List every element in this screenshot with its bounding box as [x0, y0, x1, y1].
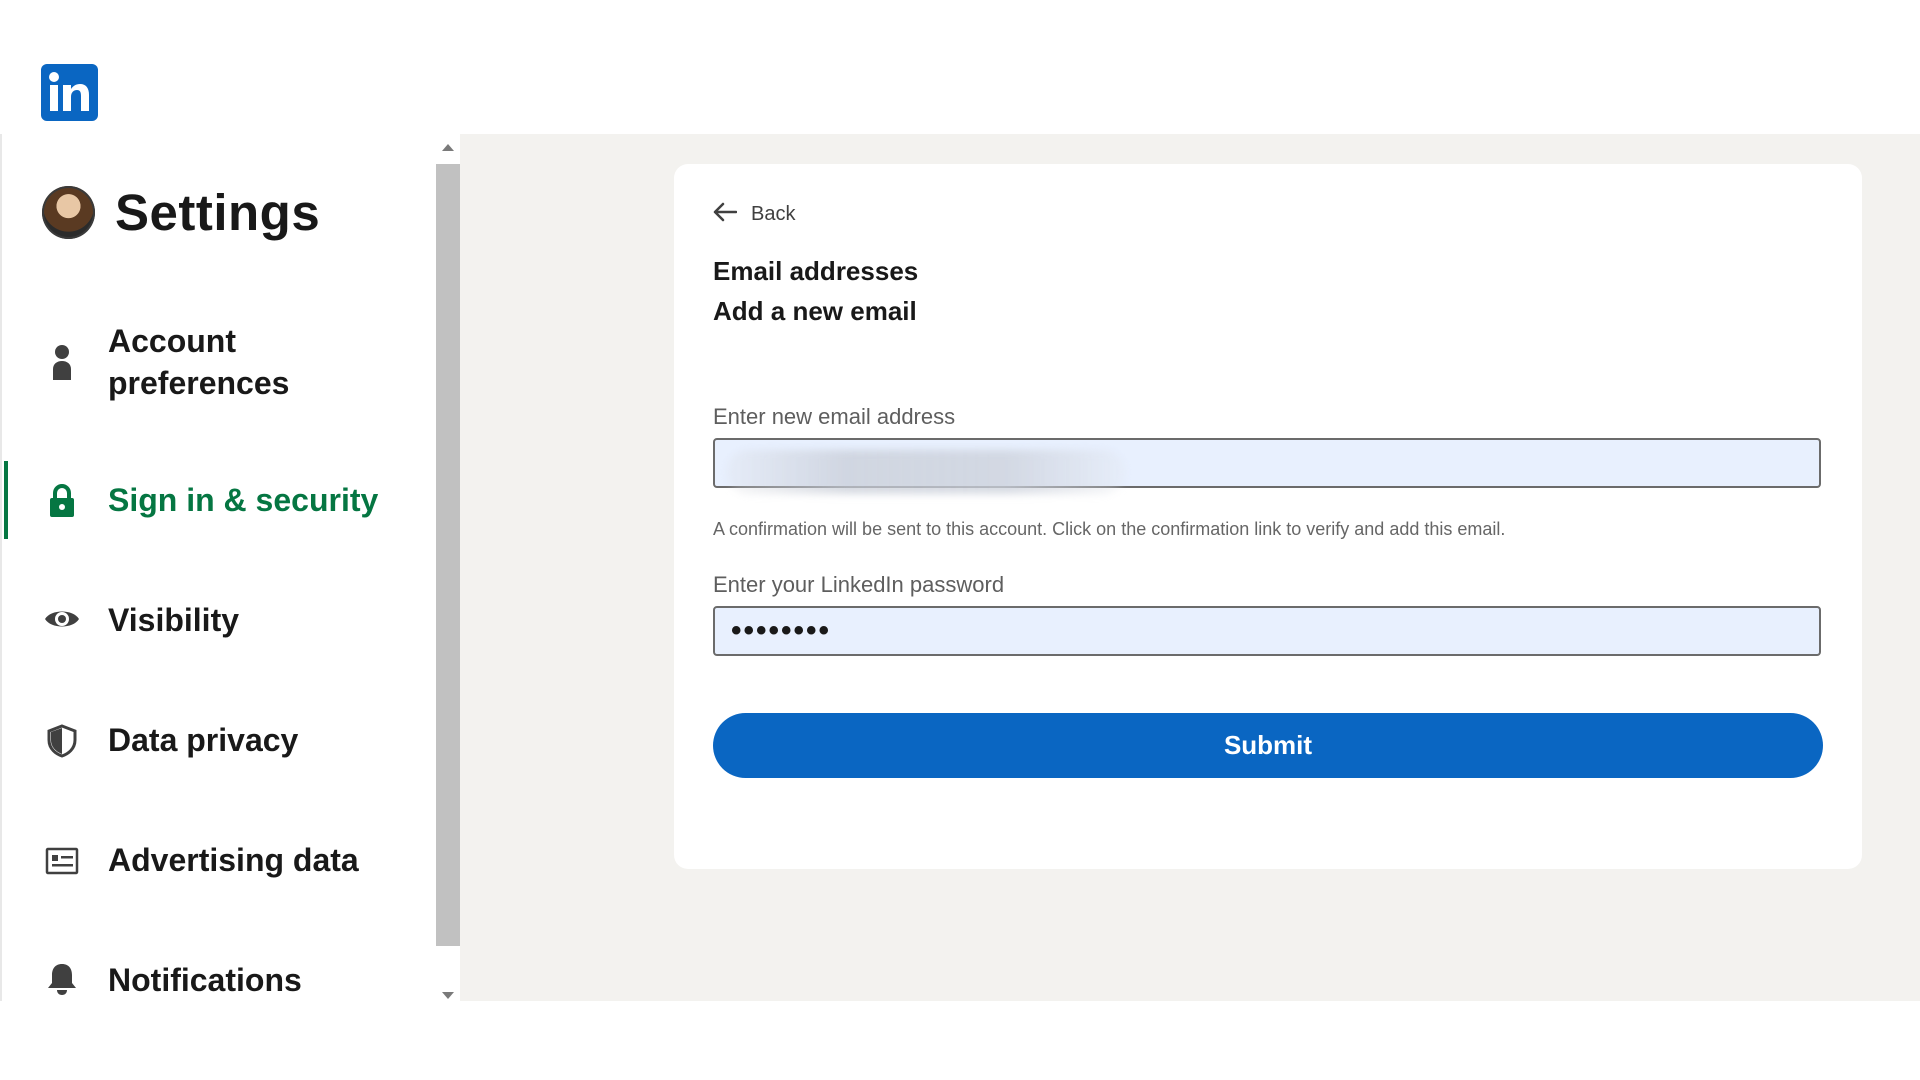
- settings-sidebar: Settings Account preferences Sign in & s…: [0, 134, 436, 1001]
- lock-icon: [44, 483, 80, 519]
- top-header: [0, 0, 1920, 134]
- scroll-thumb[interactable]: [436, 164, 460, 946]
- eye-icon: [44, 601, 80, 637]
- sidebar-item-notifications[interactable]: Notifications: [0, 959, 436, 1003]
- redacted-email-blur: [726, 450, 1126, 494]
- sidebar-item-label: Advertising data: [108, 842, 359, 878]
- email-field-label: Enter new email address: [713, 404, 956, 429]
- section-title: Email addresses: [713, 256, 919, 286]
- bell-icon: [44, 961, 80, 997]
- back-button[interactable]: Back: [713, 202, 795, 227]
- sidebar-item-data-privacy[interactable]: Data privacy: [0, 719, 436, 763]
- sidebar-item-label: Notifications: [108, 962, 302, 998]
- arrow-left-icon: [713, 202, 738, 227]
- sidebar-item-label: Sign in & security: [108, 482, 379, 518]
- scroll-up-arrow-icon[interactable]: [442, 144, 454, 151]
- main-content: Back Email addresses Add a new email Ent…: [460, 134, 1920, 1001]
- sidebar-item-advertising-data[interactable]: Advertising data: [0, 839, 436, 883]
- sidebar-item-visibility[interactable]: Visibility: [0, 599, 436, 643]
- sidebar-scrollbar[interactable]: [436, 134, 460, 1001]
- password-field[interactable]: ••••••••: [713, 606, 1821, 656]
- sidebar-item-label: preferences: [108, 365, 290, 401]
- back-label: Back: [751, 203, 796, 225]
- confirmation-helper-text: A confirmation will be sent to this acco…: [713, 519, 1506, 539]
- page-title: Settings: [115, 183, 321, 241]
- person-icon: [44, 344, 80, 380]
- sidebar-item-label: Visibility: [108, 602, 240, 638]
- settings-header: Settings: [42, 182, 320, 242]
- add-email-card: Back Email addresses Add a new email Ent…: [674, 164, 1862, 869]
- avatar[interactable]: [42, 185, 95, 239]
- section-subtitle: Add a new email: [713, 296, 917, 326]
- page-bottom-area: [0, 1001, 1920, 1080]
- shield-icon: [44, 723, 80, 759]
- ad-list-icon: [44, 843, 80, 879]
- submit-button[interactable]: Submit: [713, 713, 1823, 778]
- password-field-label: Enter your LinkedIn password: [713, 572, 1005, 597]
- linkedin-logo-icon[interactable]: [41, 64, 98, 121]
- sidebar-item-account-preferences[interactable]: Account preferences: [0, 320, 436, 404]
- scroll-down-arrow-icon[interactable]: [442, 992, 454, 999]
- sidebar-item-sign-in-security[interactable]: Sign in & security: [0, 479, 436, 523]
- sidebar-item-label: Account: [108, 323, 236, 359]
- sidebar-item-label: Data privacy: [108, 722, 299, 758]
